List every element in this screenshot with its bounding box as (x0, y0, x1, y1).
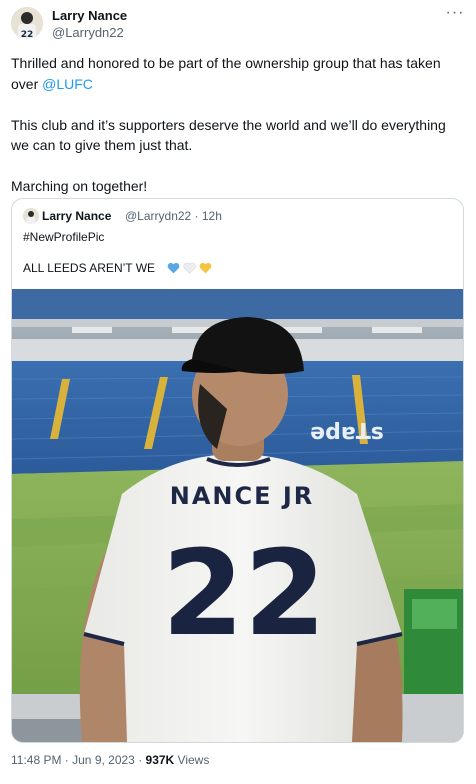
tweet-header: 22 Larry Nance @Larrydn22 ··· (11, 5, 465, 43)
author-name[interactable]: Larry Nance (52, 8, 127, 23)
stadium-lettering: ədɐꓕs (310, 420, 384, 445)
yellow-heart-icon (199, 262, 212, 274)
jersey-name: NANCE JR (170, 482, 315, 510)
tweet-paragraph-3: Marching on together! (11, 178, 148, 194)
quoted-hashtag: #NewProfilePic (23, 230, 105, 244)
stadium-photo: ədɐꓕs NANCE JR 22 (12, 289, 463, 742)
quoted-tweet-text: #NewProfilePic ALL LEEDS AREN’T WE (23, 229, 453, 276)
svg-text:22: 22 (21, 30, 34, 39)
quoted-tweet-header: Larry Nance @Larrydn22 · 12h (23, 208, 443, 226)
quoted-tweet-card[interactable]: Larry Nance @Larrydn22 · 12h #NewProfile… (11, 198, 464, 743)
views-label: Views (174, 753, 210, 767)
white-heart-icon (183, 262, 196, 274)
avatar-photo-icon: 22 (11, 7, 43, 39)
quoted-tweet-photo[interactable]: ədɐꓕs NANCE JR 22 (12, 289, 463, 742)
avatar-photo-icon (23, 208, 39, 224)
jersey-number: 22 (162, 524, 326, 662)
tweet-paragraph-1: Thrilled and honored to be part of the o… (11, 53, 463, 94)
tweet-paragraph-2: This club and it’s supporters deserve th… (11, 116, 446, 154)
more-options-icon[interactable]: ··· (445, 5, 465, 25)
tweet-body: Thrilled and honored to be part of the o… (11, 53, 463, 217)
tweet-timestamp[interactable]: 11:48 PM · Jun 9, 2023 · (11, 753, 146, 767)
quoted-author-avatar (23, 208, 39, 224)
author-avatar[interactable]: 22 (11, 7, 43, 39)
mention-link[interactable]: @LUFC (42, 76, 93, 92)
tweet-meta: 11:48 PM · Jun 9, 2023 · 937K Views (11, 753, 209, 767)
views-count: 937K (145, 753, 175, 767)
author-handle[interactable]: @Larrydn22 (52, 25, 124, 40)
quoted-author-handle-time: @Larrydn22 · 12h (125, 209, 222, 223)
quoted-text-line2: ALL LEEDS AREN’T WE (23, 260, 453, 276)
quoted-caption: ALL LEEDS AREN’T WE (23, 261, 156, 275)
quoted-author-name: Larry Nance (42, 209, 112, 223)
blue-heart-icon (167, 262, 180, 274)
